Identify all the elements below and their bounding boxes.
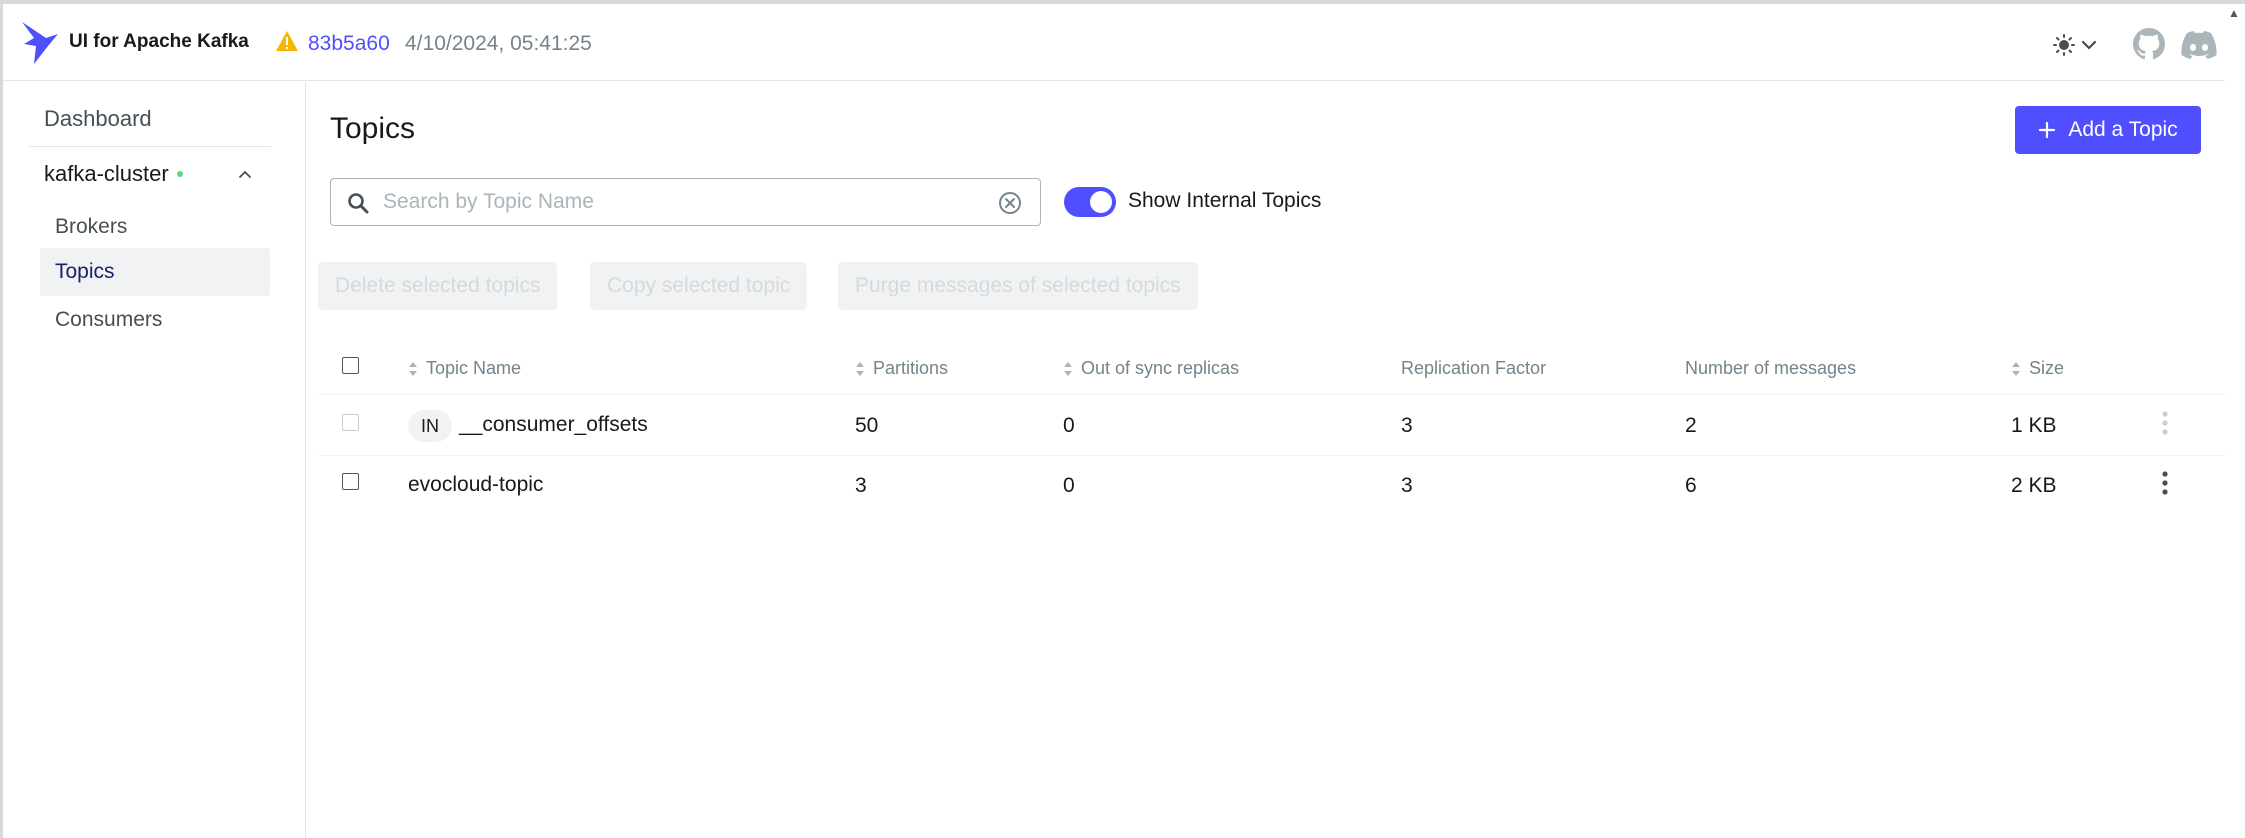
- cell-size: 2 KB: [2011, 474, 2057, 497]
- chevron-up-icon[interactable]: [237, 166, 253, 182]
- show-internal-topics-label: Show Internal Topics: [1128, 189, 1322, 212]
- column-label: Number of messages: [1685, 358, 1857, 378]
- sort-icon: [409, 361, 417, 376]
- sidebar: Dashboard kafka-cluster Brokers Topics C…: [3, 82, 306, 838]
- commit-link[interactable]: 83b5a60: [308, 32, 390, 56]
- scrollbar-up-arrow[interactable]: ▲: [2227, 6, 2241, 20]
- top-navbar: UI for Apache Kafka 83b5a60 4/10/2024, 0…: [3, 4, 2225, 81]
- row-checkbox[interactable]: [342, 473, 359, 490]
- topic-name-link[interactable]: evocloud-topic: [408, 473, 543, 497]
- warning-icon: [276, 31, 298, 51]
- theme-switcher[interactable]: [2053, 32, 2105, 58]
- sidebar-item-topics[interactable]: Topics: [40, 248, 270, 296]
- row-checkbox[interactable]: [342, 414, 359, 431]
- sort-icon: [856, 361, 864, 376]
- sidebar-item-dashboard[interactable]: Dashboard: [44, 106, 152, 132]
- cell-number-of-messages: 6: [1685, 474, 1697, 497]
- table-divider: [318, 455, 2225, 456]
- topic-name-link[interactable]: __consumer_offsets: [459, 413, 648, 437]
- chevron-down-icon: [2081, 40, 2097, 50]
- column-header-partitions[interactable]: Partitions: [855, 358, 948, 379]
- delete-selected-topics-button[interactable]: Delete selected topics: [318, 262, 558, 310]
- internal-badge: IN: [408, 410, 452, 442]
- kafka-logo-icon[interactable]: [20, 20, 60, 65]
- cell-partitions: 50: [855, 414, 879, 437]
- copy-selected-topic-button[interactable]: Copy selected topic: [590, 262, 808, 310]
- column-label: Topic Name: [426, 358, 522, 378]
- cell-out-of-sync: 0: [1063, 474, 1075, 497]
- build-date: 4/10/2024, 05:41:25: [405, 32, 592, 55]
- toggle-knob: [1090, 191, 1112, 213]
- cell-out-of-sync: 0: [1063, 414, 1075, 437]
- clear-search-icon[interactable]: [998, 191, 1022, 215]
- add-topic-button[interactable]: Add a Topic: [2015, 106, 2201, 154]
- column-header-size[interactable]: Size: [2011, 358, 2064, 379]
- column-header-out-of-sync[interactable]: Out of sync replicas: [1063, 358, 1239, 379]
- sidebar-item-consumers[interactable]: Consumers: [40, 296, 270, 344]
- purge-messages-button[interactable]: Purge messages of selected topics: [838, 262, 1198, 310]
- add-topic-label: Add a Topic: [2068, 118, 2178, 141]
- sort-icon: [2012, 361, 2020, 376]
- column-label: Partitions: [873, 358, 949, 378]
- kebab-menu-icon[interactable]: [2159, 470, 2171, 496]
- app-title[interactable]: UI for Apache Kafka: [69, 31, 249, 53]
- search-input[interactable]: [383, 187, 983, 217]
- cell-number-of-messages: 2: [1685, 414, 1697, 437]
- cell-replication-factor: 3: [1401, 474, 1413, 497]
- select-all-checkbox[interactable]: [342, 357, 359, 374]
- sidebar-item-brokers[interactable]: Brokers: [40, 203, 270, 251]
- search-icon: [348, 193, 369, 214]
- column-header-topic-name[interactable]: Topic Name: [408, 358, 521, 379]
- column-label: Size: [2029, 358, 2065, 378]
- sort-icon: [1064, 361, 1072, 376]
- page-title: Topics: [330, 112, 416, 145]
- discord-icon[interactable]: [2181, 28, 2217, 60]
- column-header-replication-factor: Replication Factor: [1401, 358, 1546, 379]
- column-label: Out of sync replicas: [1081, 358, 1240, 378]
- cell-partitions: 3: [855, 474, 867, 497]
- search-box: [330, 178, 1041, 226]
- cell-replication-factor: 3: [1401, 414, 1413, 437]
- column-label: Replication Factor: [1401, 358, 1547, 378]
- github-icon[interactable]: [2133, 28, 2165, 60]
- cell-size: 1 KB: [2011, 414, 2057, 437]
- cluster-name: kafka-cluster: [44, 161, 169, 186]
- show-internal-topics-toggle[interactable]: [1064, 187, 1116, 217]
- sun-icon: [2053, 34, 2075, 56]
- plus-icon: [2039, 121, 2056, 139]
- column-header-number-of-messages: Number of messages: [1685, 358, 1856, 379]
- kebab-menu-icon[interactable]: [2159, 410, 2171, 436]
- table-divider: [318, 394, 2225, 395]
- sidebar-cluster[interactable]: kafka-cluster: [44, 161, 183, 187]
- cluster-status-dot: [176, 171, 183, 177]
- sidebar-divider: [29, 146, 271, 147]
